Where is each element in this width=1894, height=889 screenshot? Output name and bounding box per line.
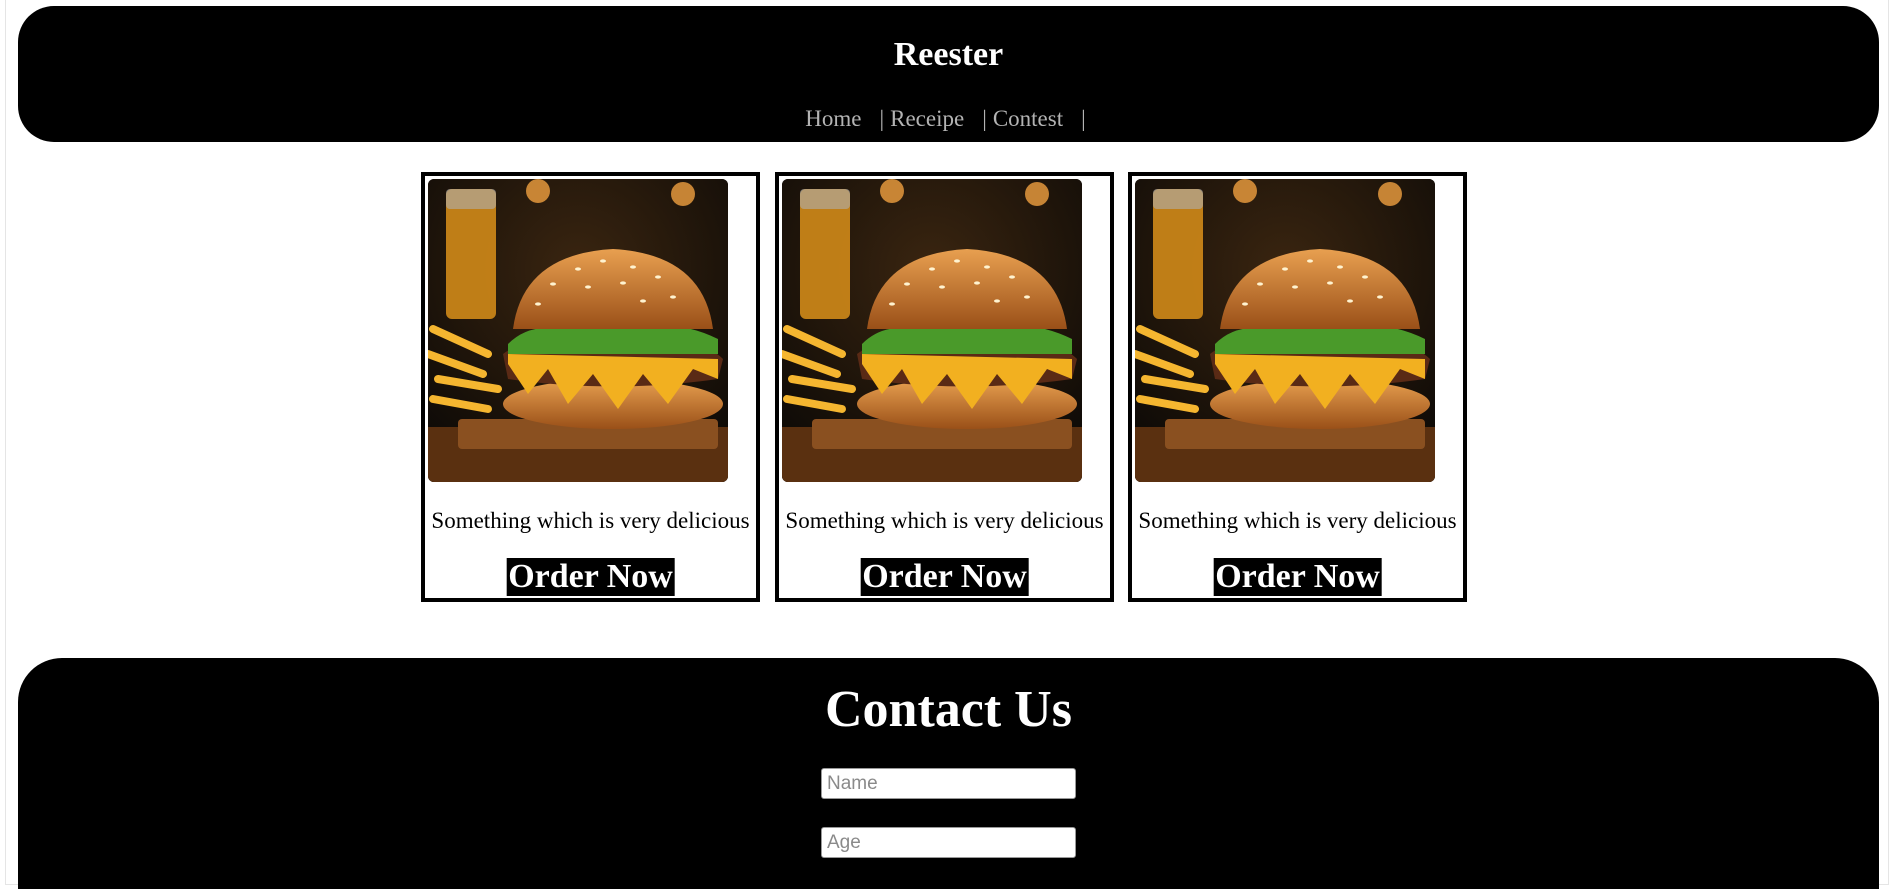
- order-now-button[interactable]: Order Now: [506, 558, 675, 596]
- card-description: Something which is very delicious: [431, 508, 750, 533]
- nav-link-contest[interactable]: Contest: [993, 106, 1063, 131]
- product-card: Something which is very delicious Order …: [1128, 172, 1467, 602]
- product-card: Something which is very delicious Order …: [421, 172, 760, 602]
- nav-link-home[interactable]: Home: [805, 106, 861, 131]
- contact-title: Contact Us: [825, 681, 1072, 738]
- name-field[interactable]: [821, 768, 1076, 799]
- card-description: Something which is very delicious: [1138, 508, 1457, 533]
- site-header: Reester Home | Receipe | Contest |: [18, 6, 1879, 142]
- burger-photo: [428, 179, 728, 482]
- product-card: Something which is very delicious Order …: [775, 172, 1114, 602]
- nav-link-receipe[interactable]: Receipe: [890, 106, 964, 131]
- contact-section: Contact Us: [18, 658, 1879, 889]
- brand-title: Reester: [893, 36, 1004, 73]
- nav-separator: |: [982, 106, 987, 131]
- order-now-button[interactable]: Order Now: [1213, 558, 1382, 596]
- age-field[interactable]: [821, 827, 1076, 858]
- product-cards: Something which is very delicious Order …: [421, 172, 1469, 602]
- burger-photo: [1135, 179, 1435, 482]
- main-nav: Home | Receipe | Contest |: [18, 104, 1879, 134]
- order-now-button[interactable]: Order Now: [860, 558, 1029, 596]
- card-description: Something which is very delicious: [785, 508, 1104, 533]
- nav-separator: |: [1081, 106, 1086, 131]
- burger-photo: [782, 179, 1082, 482]
- nav-separator: |: [879, 106, 885, 131]
